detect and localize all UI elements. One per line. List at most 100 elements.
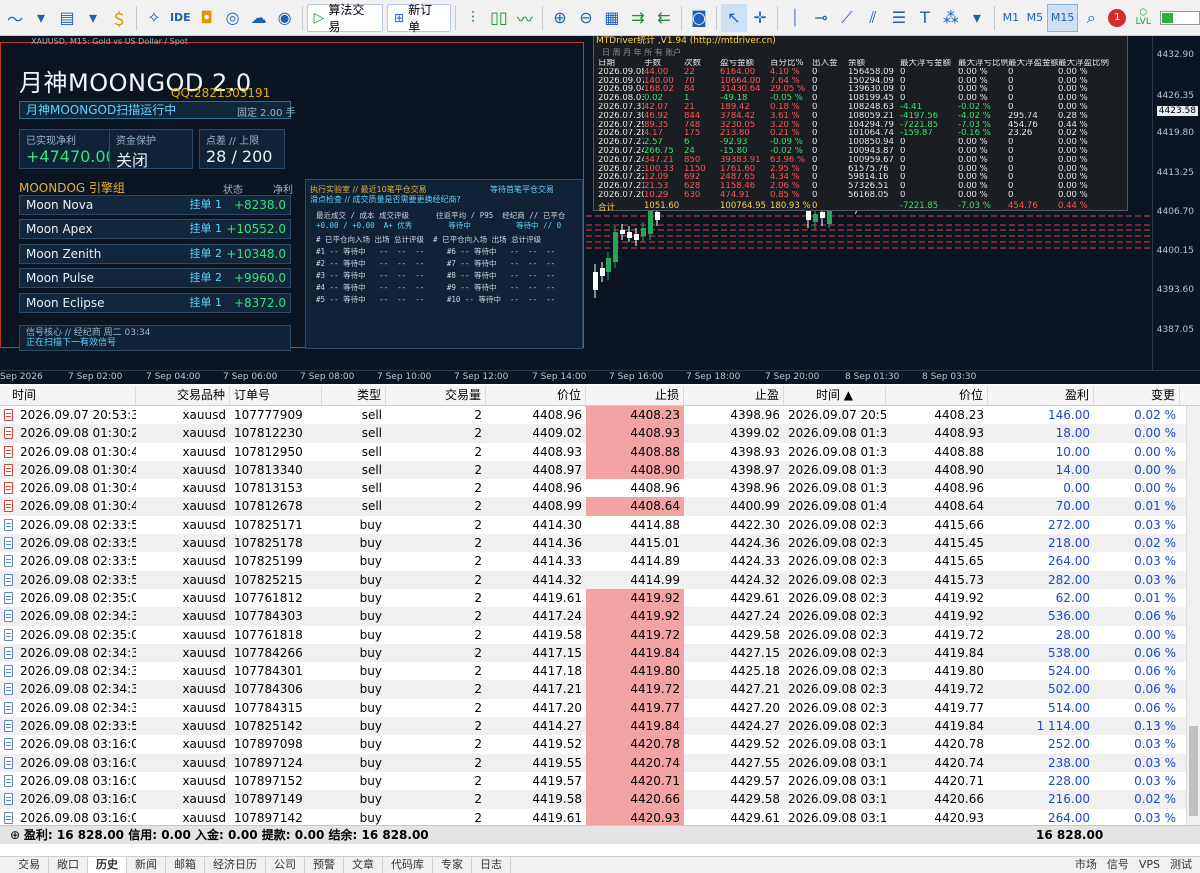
table-cell: 2 xyxy=(474,773,482,788)
line-chart-icon[interactable]: 〜 xyxy=(2,4,28,32)
tab-8[interactable]: 文章 xyxy=(344,857,383,873)
timeframe-m15-button[interactable]: M15 xyxy=(1046,3,1079,32)
stats-window[interactable]: MTDriver统计 ,V1.94 (http://mtdriver.cn) 日… xyxy=(593,36,1128,213)
crosshair-icon[interactable]: ✛ xyxy=(747,4,773,32)
cloud-icon[interactable]: ☁ xyxy=(246,4,272,32)
column-header[interactable]: 时间 xyxy=(0,386,136,405)
expand-icon[interactable]: ⊕ xyxy=(10,828,24,842)
lock-bag-icon[interactable]: ◘ xyxy=(194,4,220,32)
table-row[interactable]: 2026.09.08 03:16:06 xauusd 107897152 buy 2 44… xyxy=(0,771,1200,791)
table-row[interactable]: 2026.09.08 02:34:31 xauusd 107784266 buy 2 44… xyxy=(0,643,1200,663)
table-row[interactable]: 2026.09.08 02:34:37 xauusd 107784315 buy 2 44… xyxy=(0,698,1200,718)
tab-7[interactable]: 预警 xyxy=(305,857,344,873)
line-type-icon[interactable]: 〰 xyxy=(512,4,538,32)
chart-shift-icon[interactable]: ⇇ xyxy=(651,4,677,32)
horizontal-line-icon[interactable]: ⊸ xyxy=(808,4,834,32)
algo-trading-button[interactable]: ▷ 算法交易 xyxy=(306,3,384,34)
tile-icon[interactable]: ▦ xyxy=(599,4,625,32)
column-header[interactable]: 时间 ▲ xyxy=(784,386,886,405)
screenshot-icon[interactable]: ◙ xyxy=(686,4,712,32)
vertical-scrollbar[interactable] xyxy=(1186,406,1200,825)
trend-line-icon[interactable]: ⟋ xyxy=(834,4,860,32)
status-link-market[interactable]: 市场 xyxy=(1075,857,1097,873)
auto-scroll-icon[interactable]: ⇉ xyxy=(625,4,651,32)
vertical-line-icon[interactable]: ⏐ xyxy=(782,4,808,32)
column-header[interactable]: 价位 xyxy=(486,386,586,405)
table-row[interactable]: 2026.09.08 02:33:50 xauusd 107825178 buy 2 44… xyxy=(0,534,1200,553)
table-row[interactable]: 2026.09.08 02:34:32 xauusd 107784301 buy 2 44… xyxy=(0,662,1200,681)
table-row[interactable]: 2026.09.08 02:33:50 xauusd 107825142 buy 2 44… xyxy=(0,717,1200,736)
dollar-icon[interactable]: ＄ xyxy=(106,4,132,32)
stats-menu[interactable]: 日 周 月 年 所 有 账户 xyxy=(594,48,1127,58)
bar-chart-icon[interactable]: ⫶ xyxy=(460,4,486,32)
table-cell: 4417.21 xyxy=(532,682,582,697)
column-header[interactable]: 交易量 xyxy=(386,386,486,405)
tab-11[interactable]: 日志 xyxy=(472,857,511,873)
table-row[interactable]: 2026.09.08 02:33:50 xauusd 107825199 buy 2 44… xyxy=(0,552,1200,570)
table-row[interactable]: 2026.09.08 02:33:50 xauusd 107825215 buy 2 44… xyxy=(0,570,1200,589)
search-icon[interactable]: ⌕ xyxy=(1078,4,1104,32)
tab-0[interactable]: 交易 xyxy=(0,857,49,873)
tab-1[interactable]: 敞口 xyxy=(49,857,88,873)
cursor-icon[interactable]: ↖ xyxy=(720,3,747,32)
table-row[interactable]: 2026.09.08 01:30:44 xauusd 107812678 sell 2 4… xyxy=(0,497,1200,516)
table-row[interactable]: 2026.09.08 02:35:03 xauusd 107761812 buy 2 44… xyxy=(0,588,1200,608)
channel-icon[interactable]: ⫽ xyxy=(860,4,886,32)
table-row[interactable]: 2026.09.08 03:16:06 xauusd 107897149 buy 2 44… xyxy=(0,790,1200,809)
vps-icon[interactable]: ◉ xyxy=(272,4,298,32)
column-header[interactable]: 订单号 xyxy=(230,386,322,405)
table-cell: 2 xyxy=(474,627,482,642)
table-row[interactable]: 2026.09.08 02:35:03 xauusd 107761818 buy 2 44… xyxy=(0,625,1200,644)
status-link-signal[interactable]: 信号 xyxy=(1107,857,1129,873)
sparkle-icon[interactable]: ✧ xyxy=(141,4,167,32)
table-cell: 4427.55 xyxy=(730,755,780,770)
column-header[interactable]: 止盈 xyxy=(684,386,784,405)
table-row[interactable]: 2026.09.08 01:30:21 xauusd 107812230 sell 2 4… xyxy=(0,424,1200,443)
tab-3[interactable]: 新闻 xyxy=(127,857,166,873)
tab-10[interactable]: 专家 xyxy=(433,857,472,873)
table-row[interactable]: 2026.09.08 02:34:39 xauusd 107784303 buy 2 44… xyxy=(0,607,1200,626)
stats-total-cell: -7.03 % xyxy=(958,201,991,211)
zoom-in-icon[interactable]: ⊕ xyxy=(547,4,573,32)
table-row[interactable]: 2026.09.08 03:16:06 xauusd 107897098 buy 2 44… xyxy=(0,735,1200,754)
tab-2[interactable]: 历史 xyxy=(88,857,127,873)
chart-dropdown-icon[interactable]: ▾ xyxy=(28,4,54,32)
zoom-out-icon[interactable]: ⊖ xyxy=(573,4,599,32)
column-header[interactable]: 变更 xyxy=(1094,386,1180,405)
tab-4[interactable]: 邮箱 xyxy=(166,857,205,873)
table-row[interactable]: 2026.09.08 02:33:50 xauusd 107825171 buy 2 44… xyxy=(0,516,1200,534)
table-row[interactable]: 2026.09.07 20:53:38 xauusd 107777909 sell 2 4… xyxy=(0,406,1200,425)
status-link-tester[interactable]: 测试 xyxy=(1170,857,1192,873)
signal-icon[interactable]: ◎ xyxy=(220,4,246,32)
column-header[interactable]: 交易品种 xyxy=(136,386,230,405)
ide-button[interactable]: IDE xyxy=(167,4,194,32)
table-row[interactable]: 2026.09.08 02:34:37 xauusd 107784306 buy 2 44… xyxy=(0,680,1200,699)
column-header[interactable]: 盈利 xyxy=(988,386,1094,405)
timeframe-m1-button[interactable]: M1 xyxy=(999,4,1023,32)
table-cell: 4420.78 xyxy=(586,735,684,754)
template-dropdown-icon[interactable]: ▾ xyxy=(80,4,106,32)
table-row[interactable]: 2026.09.08 01:30:44 xauusd 107812950 sell 2 4… xyxy=(0,442,1200,461)
notifications-button[interactable]: 1 xyxy=(1104,4,1130,32)
shapes-dropdown-icon[interactable]: ▾ xyxy=(964,4,990,32)
fibonacci-icon[interactable]: ☰ xyxy=(886,4,912,32)
timeframe-m5-button[interactable]: M5 xyxy=(1023,4,1047,32)
status-link-vps[interactable]: VPS xyxy=(1139,857,1160,873)
column-header[interactable]: 类型 xyxy=(322,386,386,405)
column-header[interactable]: 止损 xyxy=(586,386,684,405)
table-row[interactable]: 2026.09.08 03:16:06 xauusd 107897124 buy 2 44… xyxy=(0,753,1200,772)
shapes-icon[interactable]: ⁂ xyxy=(938,4,964,32)
scroll-thumb[interactable] xyxy=(1189,726,1198,816)
column-header[interactable]: 价位 xyxy=(886,386,988,405)
new-order-button[interactable]: ⊞ 新订单 xyxy=(387,3,451,34)
table-cell: xauusd xyxy=(182,645,226,660)
price-chart[interactable]: 4432.90 4426.35 4419.80 4413.25 4406.70 4400.… xyxy=(0,36,1200,384)
text-icon[interactable]: T xyxy=(912,4,938,32)
tab-5[interactable]: 经济日历 xyxy=(205,857,266,873)
table-row[interactable]: 2026.09.08 01:30:44 xauusd 107813153 sell 2 4… xyxy=(0,479,1200,497)
chart-template-icon[interactable]: ▤ xyxy=(54,4,80,32)
tab-9[interactable]: 代码库 xyxy=(383,857,433,873)
tab-6[interactable]: 公司 xyxy=(266,857,305,873)
candlestick-icon[interactable]: ▯▯ xyxy=(486,4,512,32)
table-row[interactable]: 2026.09.08 01:30:44 xauusd 107813340 sell 2 4… xyxy=(0,460,1200,480)
